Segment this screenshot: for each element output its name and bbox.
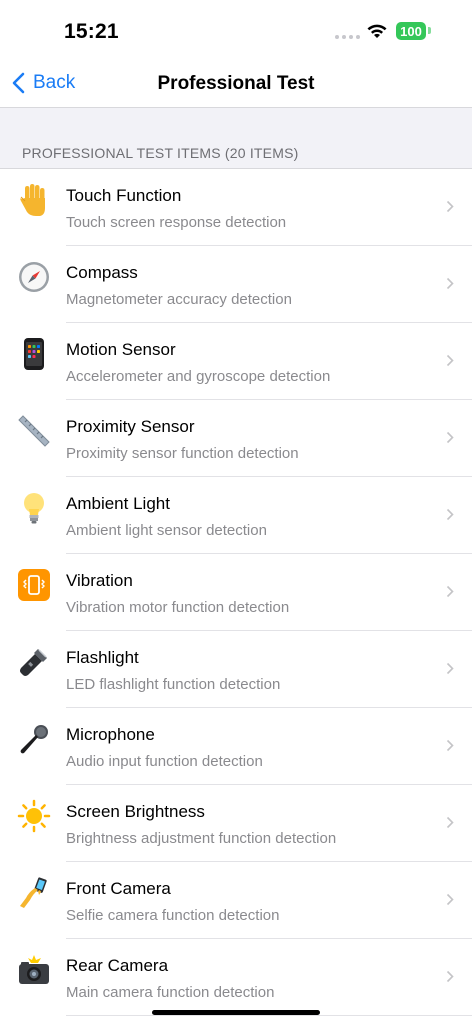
list-item-microphone[interactable]: Microphone Audio input function detectio… bbox=[0, 708, 472, 785]
chevron-right-icon bbox=[446, 431, 454, 444]
battery-level: 100 bbox=[400, 23, 422, 39]
list-item-screen-brightness[interactable]: Screen Brightness Brightness adjustment … bbox=[0, 785, 472, 862]
list-item-proximity-sensor[interactable]: Proximity Sensor Proximity sensor functi… bbox=[0, 400, 472, 477]
item-title: Touch Function bbox=[66, 186, 182, 205]
section-header: PROFESSIONAL TEST ITEMS (20 ITEMS) bbox=[22, 145, 299, 161]
item-title: Vibration bbox=[66, 571, 133, 590]
list-item-rear-camera[interactable]: Rear Camera Main camera function detecti… bbox=[0, 939, 472, 1016]
chevron-right-icon bbox=[446, 970, 454, 983]
hand-icon bbox=[17, 183, 51, 217]
chevron-right-icon bbox=[446, 354, 454, 367]
chevron-right-icon bbox=[446, 893, 454, 906]
item-subtitle: Selfie camera function detection bbox=[66, 907, 280, 924]
item-title: Ambient Light bbox=[66, 494, 170, 513]
item-title: Screen Brightness bbox=[66, 802, 205, 821]
chevron-right-icon bbox=[446, 200, 454, 213]
chevron-right-icon bbox=[446, 739, 454, 752]
item-subtitle: LED flashlight function detection bbox=[66, 676, 281, 693]
camera-flash-icon bbox=[17, 953, 51, 987]
status-time: 15:21 bbox=[64, 20, 119, 43]
list-item-touch-function[interactable]: Touch Function Touch screen response det… bbox=[0, 169, 472, 246]
wifi-icon bbox=[367, 24, 387, 38]
item-title: Rear Camera bbox=[66, 956, 169, 975]
item-title: Front Camera bbox=[66, 879, 171, 898]
phone-icon bbox=[17, 337, 51, 371]
item-title: Motion Sensor bbox=[66, 340, 176, 359]
ruler-icon bbox=[17, 414, 51, 448]
item-title: Compass bbox=[66, 263, 138, 282]
page-title: Professional Test bbox=[157, 73, 315, 94]
battery-indicator: 100 bbox=[396, 22, 426, 40]
item-subtitle: Audio input function detection bbox=[66, 753, 263, 770]
item-subtitle: Accelerometer and gyroscope detection bbox=[66, 368, 331, 385]
list-item-compass[interactable]: Compass Magnetometer accuracy detection bbox=[0, 246, 472, 323]
chevron-right-icon bbox=[446, 277, 454, 290]
item-subtitle: Magnetometer accuracy detection bbox=[66, 291, 292, 308]
sun-icon bbox=[17, 799, 51, 833]
status-bar: 15:21 100 bbox=[0, 0, 472, 60]
selfie-icon bbox=[17, 876, 51, 910]
item-subtitle: Ambient light sensor detection bbox=[66, 522, 267, 539]
chevron-right-icon bbox=[446, 508, 454, 521]
item-subtitle: Vibration motor function detection bbox=[66, 599, 290, 616]
list-item-motion-sensor[interactable]: Motion Sensor Accelerometer and gyroscop… bbox=[0, 323, 472, 400]
battery-cap bbox=[428, 27, 431, 34]
chevron-right-icon bbox=[446, 816, 454, 829]
section-header-area: PROFESSIONAL TEST ITEMS (20 ITEMS) bbox=[0, 108, 472, 169]
item-subtitle: Touch screen response detection bbox=[66, 214, 287, 231]
compass-icon bbox=[17, 260, 51, 294]
item-title: Microphone bbox=[66, 725, 155, 744]
item-subtitle: Brightness adjustment function detection bbox=[66, 830, 337, 847]
list-item-vibration[interactable]: Vibration Vibration motor function detec… bbox=[0, 554, 472, 631]
home-indicator bbox=[152, 1010, 320, 1015]
vibration-mode-icon bbox=[17, 568, 51, 602]
list-item-front-camera[interactable]: Front Camera Selfie camera function dete… bbox=[0, 862, 472, 939]
flashlight-icon bbox=[17, 645, 51, 679]
chevron-right-icon bbox=[446, 585, 454, 598]
list-item-flashlight[interactable]: Flashlight LED flashlight function detec… bbox=[0, 631, 472, 708]
item-title: Proximity Sensor bbox=[66, 417, 195, 436]
chevron-right-icon bbox=[446, 662, 454, 675]
item-subtitle: Main camera function detection bbox=[66, 984, 275, 1001]
light-bulb-icon bbox=[17, 491, 51, 525]
test-items-list: Touch Function Touch screen response det… bbox=[0, 169, 472, 1016]
microphone-icon bbox=[17, 722, 51, 756]
item-subtitle: Proximity sensor function detection bbox=[66, 445, 299, 462]
list-item-ambient-light[interactable]: Ambient Light Ambient light sensor detec… bbox=[0, 477, 472, 554]
cellular-signal-icon bbox=[335, 35, 360, 39]
item-title: Flashlight bbox=[66, 648, 139, 667]
navigation-bar: Back Professional Test bbox=[0, 60, 472, 108]
